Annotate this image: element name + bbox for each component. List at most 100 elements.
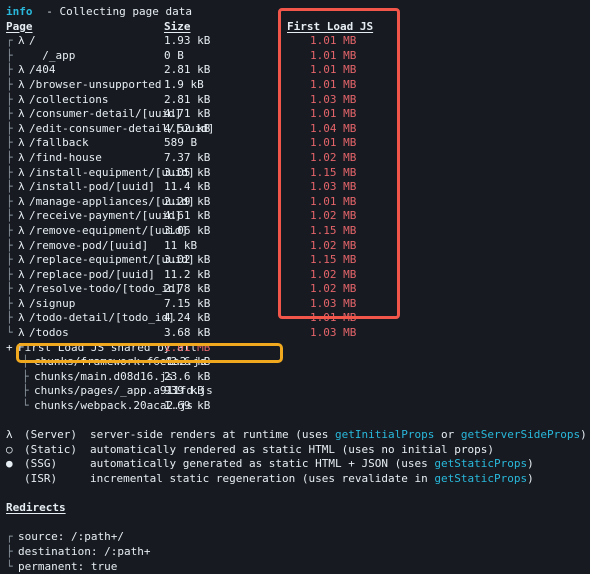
route-path: /collections — [29, 92, 109, 106]
table-row: ├ /_app 0 B 1.01 MB — [2, 49, 590, 64]
plus-icon: + — [6, 340, 13, 354]
table-row: ├ λ/remove-equipment/[uuid] 3.06 kB 1.15 MB — [2, 224, 590, 239]
route-size: 7.15 kB — [164, 296, 211, 310]
route-type-icon: λ — [18, 150, 25, 164]
route-path: /replace-pod/[uuid] — [29, 267, 155, 281]
route-path: /404 — [29, 63, 56, 77]
route-type-icon: λ — [18, 326, 25, 340]
route-size: 11.4 kB — [164, 180, 211, 194]
tree-branch-icon: ├ — [6, 121, 13, 135]
tree-branch-icon: ├ — [6, 209, 13, 223]
legend-symbol-icon: ● — [6, 457, 13, 471]
tree-branch-icon: ├ — [22, 369, 29, 383]
tree-branch-icon: ├ — [6, 150, 13, 164]
legend-symbol-icon: λ — [6, 428, 13, 442]
legend-row: λ (Server) server-side renders at runtime … — [2, 428, 590, 443]
route-size: 3.05 kB — [164, 165, 211, 179]
legend-text: server-side renders at runtime (uses — [90, 428, 336, 442]
route-size: 2.78 kB — [164, 282, 211, 296]
table-row: ├ λ/manage-appliances/[uuid] 2.29 kB 1.01 M… — [2, 195, 590, 210]
legend-api-name: getInitialProps — [335, 428, 435, 442]
route-type-icon: λ — [18, 194, 25, 208]
route-first-load-js: 1.01 MB — [310, 77, 357, 91]
route-size: 2.81 kB — [164, 63, 211, 77]
route-type-icon: λ — [18, 63, 25, 77]
route-size: 4.61 kB — [164, 209, 211, 223]
redirects-title: Redirects — [6, 501, 66, 515]
chunk-name: chunks/main.d08d16.js — [34, 369, 174, 383]
tree-branch-icon: ├ — [6, 311, 13, 325]
route-size: 11.2 kB — [164, 267, 211, 281]
route-first-load-js: 1.01 MB — [310, 136, 357, 150]
table-row: ├ λ/remove-pod/[uuid] 11 kB 1.02 MB — [2, 239, 590, 254]
route-first-load-js: 1.02 MB — [310, 209, 357, 223]
legend-description: automatically rendered as static HTML (u… — [90, 443, 494, 458]
table-row: ├ λ/consumer-detail/[uuid] 4.71 kB 1.01 MB — [2, 107, 590, 122]
route-first-load-js: 1.02 MB — [310, 238, 357, 252]
route-type-icon: λ — [18, 165, 25, 179]
route-type-icon: λ — [18, 282, 25, 296]
route-size: 1.9 kB — [164, 77, 204, 91]
route-first-load-js: 1.03 MB — [310, 326, 357, 340]
tree-branch-icon: ├ — [6, 194, 13, 208]
route-size: 589 B — [164, 136, 198, 150]
tree-branch-icon: ├ — [6, 136, 13, 150]
tree-branch-icon: ├ — [22, 355, 29, 369]
legend-kind: (Server) — [24, 428, 77, 442]
table-row: ├ λ/find-house 7.37 kB 1.02 MB — [2, 151, 590, 166]
table-row: ├ λ/install-equipment/[uuid] 3.05 kB 1.15 M… — [2, 166, 590, 181]
route-type-icon: λ — [18, 253, 25, 267]
legend-description: automatically generated as static HTML +… — [90, 457, 534, 472]
page-table-body: ┌ λ / 1.93 kB 1.01 MB ├ /_app 0 B 1.01 MB ├ λ/404… — [2, 34, 590, 340]
tree-branch-icon: ├ — [6, 282, 13, 296]
route-first-load-js: 1.15 MB — [310, 253, 357, 267]
tree-branch-icon: ├ — [6, 223, 13, 237]
tree-branch-icon: ┌ — [6, 34, 13, 48]
shared-chunk-row: ├ chunks/main.d08d16.js 23.6 kB — [2, 370, 590, 385]
redirect-text: source: /:path+/ — [18, 530, 124, 544]
route-first-load-js: 1.15 MB — [310, 223, 357, 237]
tree-branch-icon: ├ — [6, 107, 13, 121]
route-size: 3.02 kB — [164, 253, 211, 267]
chunk-size: 939 kB — [164, 384, 204, 398]
legend-api-name: getStaticProps — [434, 457, 528, 471]
route-path: /install-pod/[uuid] — [29, 180, 155, 194]
route-path: /signup — [29, 296, 76, 310]
route-size: 1.93 kB — [164, 34, 211, 48]
route-type-icon: λ — [18, 311, 25, 325]
info-label: info — [6, 5, 33, 18]
route-path: / — [29, 34, 36, 48]
shared-chunk-row: ├ chunks/framework.f6e1a2.js 42.6 kB — [2, 355, 590, 370]
route-first-load-js: 1.15 MB — [310, 165, 357, 179]
tree-branch-icon: ├ — [6, 267, 13, 281]
table-row: ├ λ/browser-unsupported 1.9 kB 1.01 MB — [2, 78, 590, 93]
legend-text: ) — [527, 457, 534, 471]
route-type-icon: λ — [18, 34, 25, 48]
shared-js-block: + First Load JS shared by all 1.01 MB ├ chun… — [2, 341, 590, 414]
route-path: /resolve-todo/[todo_id] — [29, 282, 182, 296]
route-size: 4.71 kB — [164, 107, 211, 121]
legend-kind: (Static) — [24, 442, 77, 456]
route-type-icon: λ — [18, 121, 25, 135]
route-path: /receive-payment/[uuid] — [29, 209, 182, 223]
tree-branch-icon: ├ — [6, 180, 13, 194]
chunk-size: 1.69 kB — [164, 399, 211, 413]
tree-branch-icon: └ — [6, 326, 13, 340]
route-path: /_app — [29, 48, 76, 62]
route-path: /consumer-detail/[uuid] — [29, 107, 182, 121]
legend-description: server-side renders at runtime (uses get… — [90, 428, 587, 443]
table-row: ┌ λ / 1.93 kB 1.01 MB — [2, 34, 590, 49]
route-type-icon: λ — [18, 180, 25, 194]
route-first-load-js: 1.03 MB — [310, 180, 357, 194]
tree-branch-icon: └ — [22, 399, 29, 413]
legend-api-name: getServerSideProps — [460, 428, 581, 442]
legend-api-name: getStaticProps — [434, 472, 528, 485]
route-first-load-js: 1.03 MB — [310, 296, 357, 310]
table-header: Page Size First Load JS — [2, 20, 590, 35]
route-size: 2.81 kB — [164, 92, 211, 106]
redirect-text: destination: /:path+ — [18, 544, 151, 558]
route-size: 4.52 kB — [164, 121, 211, 135]
route-type-icon: λ — [18, 238, 25, 252]
